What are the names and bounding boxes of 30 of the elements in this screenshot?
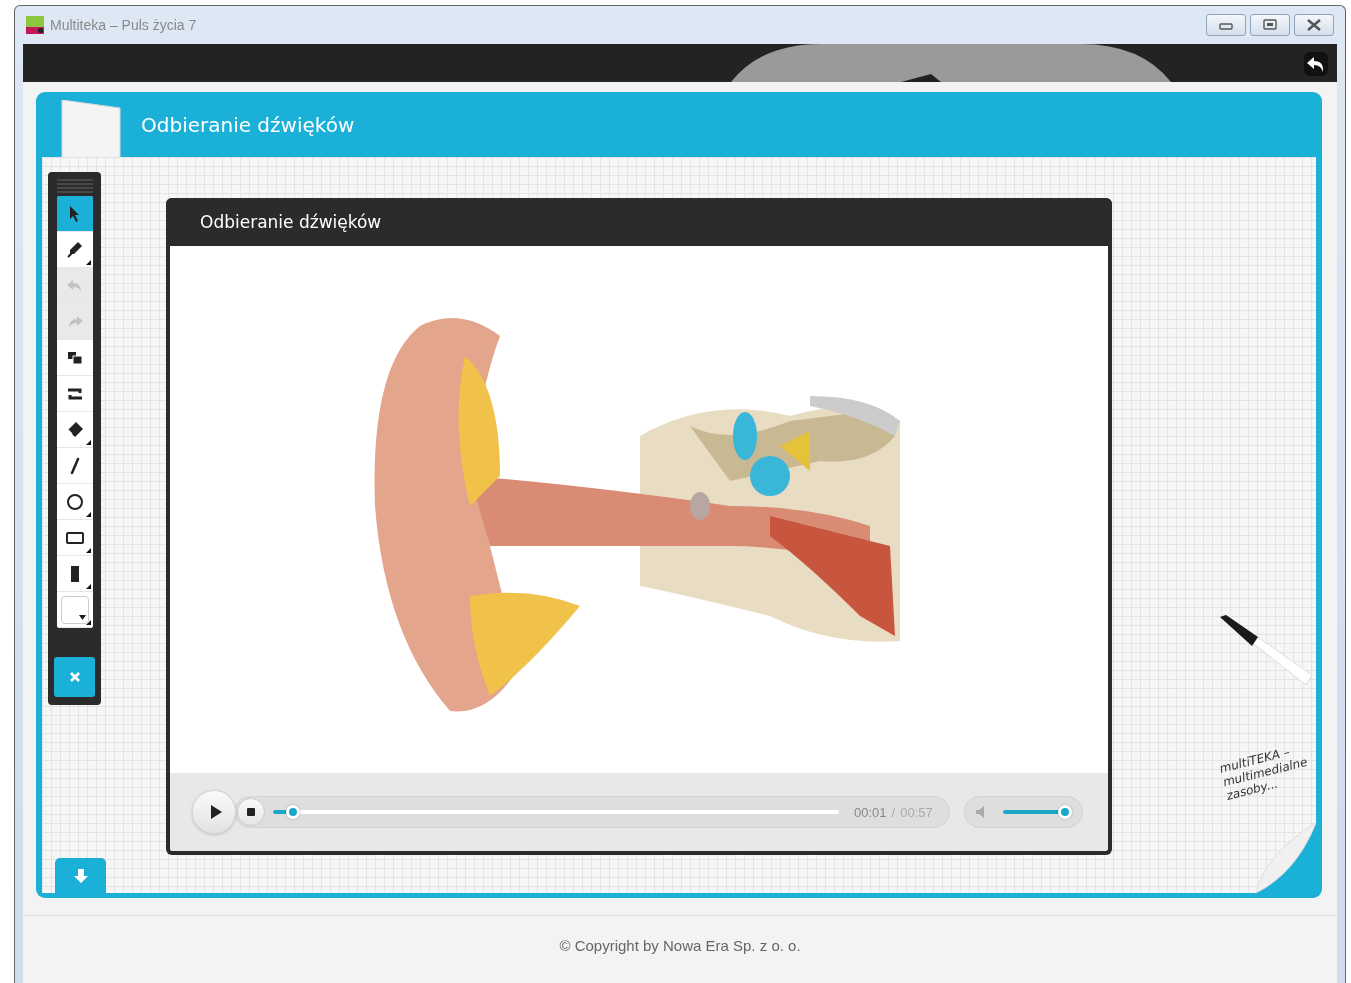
lesson-title: Odbieranie dźwięków <box>141 112 355 137</box>
minimize-button[interactable] <box>1206 14 1246 36</box>
window-title: Multiteka – Puls życia 7 <box>50 17 198 33</box>
video-title: Odbieranie dźwięków <box>200 212 382 232</box>
slider-handle[interactable] <box>285 805 300 819</box>
corner-triangle-icon[interactable] <box>85 440 91 445</box>
grip-handle-icon[interactable] <box>56 178 93 194</box>
dropdown-caret-icon[interactable] <box>78 614 86 620</box>
app-logo-icon <box>26 16 44 34</box>
close-button[interactable] <box>1294 14 1334 36</box>
scroll-down-button[interactable] <box>55 858 106 893</box>
close-toolbar-button[interactable] <box>54 657 95 697</box>
select-tool[interactable] <box>56 196 93 232</box>
corner-triangle-icon[interactable] <box>85 260 91 265</box>
maximize-button[interactable] <box>1250 14 1290 36</box>
corner-triangle-icon[interactable] <box>85 548 91 553</box>
copyright-text: © Copyright by Nowa Era Sp. z o. o. <box>559 937 801 954</box>
time-separator: / <box>891 804 896 820</box>
play-button[interactable] <box>192 790 236 834</box>
close-icon[interactable] <box>1307 19 1321 31</box>
corner-triangle-icon[interactable] <box>85 584 91 589</box>
down-arrow-icon[interactable] <box>72 867 89 884</box>
stop-icon[interactable] <box>246 807 256 817</box>
volume-handle[interactable] <box>1058 805 1072 819</box>
corner-triangle-icon[interactable] <box>85 620 91 625</box>
corner-triangle-icon[interactable] <box>85 512 91 517</box>
stop-button[interactable] <box>237 798 265 826</box>
current-time: 00:01 <box>854 804 887 820</box>
restore-icon[interactable] <box>1263 19 1277 31</box>
back-icon[interactable] <box>1304 52 1328 76</box>
